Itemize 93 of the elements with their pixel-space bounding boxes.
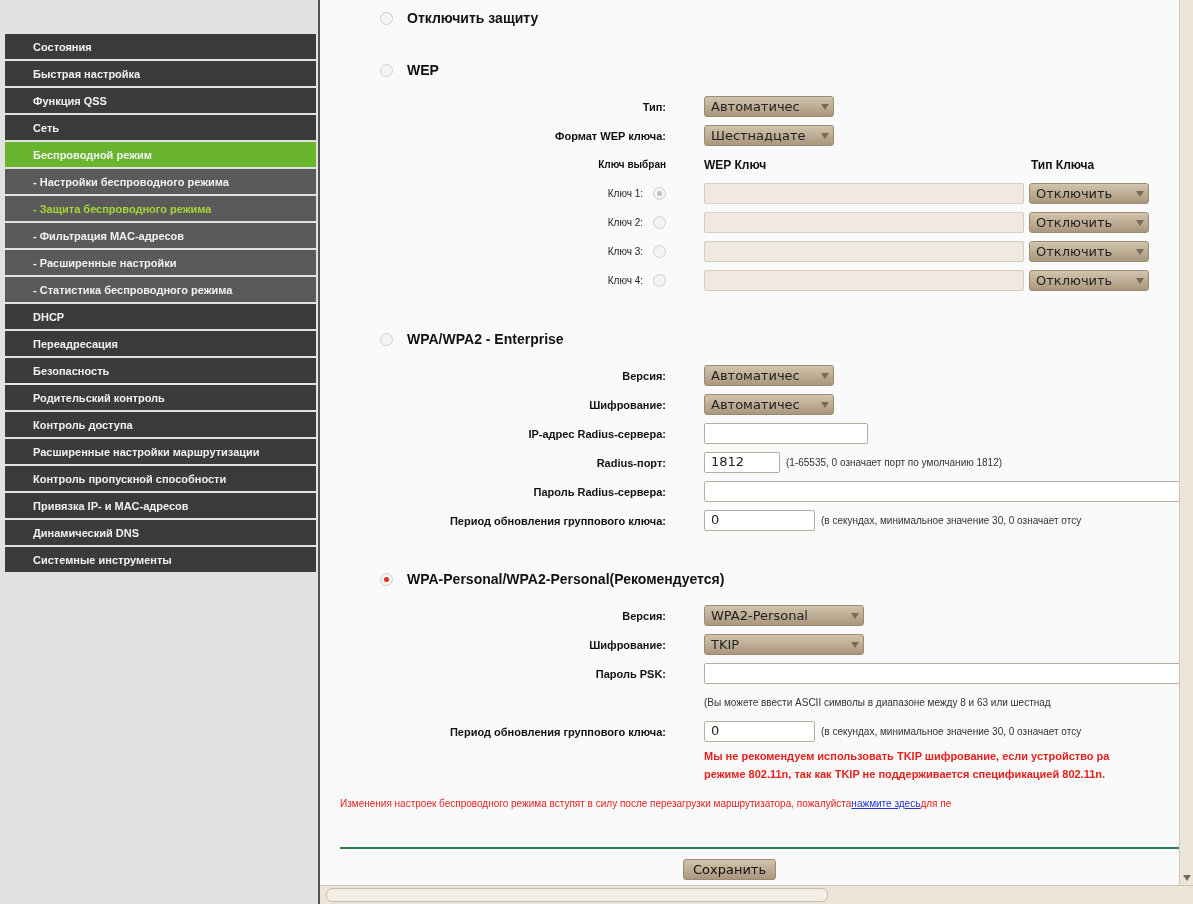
radio-button[interactable] <box>380 11 393 25</box>
column-header: WEP Ключ <box>704 157 768 172</box>
dropdown[interactable]: Отключить <box>1029 270 1149 291</box>
caret-icon <box>851 641 859 648</box>
sidebar-item[interactable]: Родительский контроль <box>5 385 316 410</box>
sidebar-item[interactable]: Переадресация <box>5 331 316 356</box>
caret-icon <box>821 132 829 139</box>
field-label: Шифрование: <box>589 398 666 411</box>
sidebar-item[interactable]: - Защита беспроводного режима <box>5 196 316 221</box>
sidebar-item[interactable]: Динамический DNS <box>5 520 316 545</box>
save-button[interactable]: Сохранить <box>682 859 777 880</box>
field-label: Версия: <box>622 369 666 382</box>
warning-text: Мы не рекомендуем использовать TKIP шифрование, если устройство ра <box>704 749 1111 764</box>
sidebar-item[interactable]: - Фильтрация MAC-адресов <box>5 223 316 248</box>
radio-button[interactable] <box>380 332 393 346</box>
section-title: WEP <box>407 62 439 78</box>
sidebar-item[interactable]: Привязка IP- и MAC-адресов <box>5 493 316 518</box>
click-here-link[interactable]: нажмите здесь <box>851 798 921 809</box>
input-field[interactable]: 0 <box>704 510 815 531</box>
sidebar-item[interactable]: - Статистика беспроводного режима <box>5 277 316 302</box>
input-field[interactable] <box>704 270 1024 291</box>
horizontal-scrollbar[interactable] <box>320 885 1193 904</box>
key-label: Ключ 3: <box>607 246 643 257</box>
scrollbar-thumb[interactable] <box>326 888 828 902</box>
dropdown[interactable]: Автоматичес <box>704 365 834 386</box>
caret-icon <box>1136 190 1144 197</box>
field-hint: (Вы можете ввести ASCII символы в диапазоне между 8 и 63 или шестнад <box>704 697 1051 708</box>
field-label: Radius-порт: <box>596 456 666 469</box>
caret-icon <box>821 372 829 379</box>
input-field[interactable]: 0 <box>704 721 815 742</box>
sidebar-item[interactable]: Быстрая настройка <box>5 61 316 86</box>
caret-icon <box>821 103 829 110</box>
dropdown[interactable]: TKIP <box>704 634 864 655</box>
column-header: Тип Ключа <box>1030 157 1096 172</box>
input-field[interactable] <box>704 663 1179 684</box>
field-label: Тип: <box>642 100 666 113</box>
sidebar-item[interactable]: Системные инструменты <box>5 547 316 572</box>
input-field[interactable] <box>704 481 1179 502</box>
radio-button[interactable] <box>380 63 393 77</box>
sidebar-item[interactable]: - Настройки беспроводного режима <box>5 169 316 194</box>
column-header: Ключ выбран <box>598 159 666 170</box>
caret-icon <box>1136 219 1144 226</box>
input-field[interactable]: 1812 <box>704 452 780 473</box>
sidebar-item[interactable]: Контроль пропускной способности <box>5 466 316 491</box>
sidebar-item[interactable]: - Расширенные настройки <box>5 250 316 275</box>
field-hint: (в секундах, минимальное значение 30, 0 означает отсу <box>821 515 1082 526</box>
dropdown[interactable]: Автоматичес <box>704 394 834 415</box>
field-hint: (в секундах, минимальное значение 30, 0 означает отсу <box>821 726 1082 737</box>
caret-icon <box>1182 875 1191 881</box>
dropdown[interactable]: Отключить <box>1029 241 1149 262</box>
section-title: WPA/WPA2 - Enterprise <box>407 331 564 347</box>
sidebar-item[interactable]: Состояния <box>5 34 316 59</box>
sidebar-item[interactable]: Функция QSS <box>5 88 316 113</box>
field-label: Шифрование: <box>589 638 666 651</box>
field-label: Пароль Radius-сервера: <box>533 485 666 498</box>
field-label: Период обновления группового ключа: <box>449 725 666 738</box>
radio-button[interactable] <box>380 572 393 586</box>
dropdown[interactable]: Отключить <box>1029 212 1149 233</box>
section-title: WPA-Personal/WPA2-Personal(Рекомендуется) <box>407 571 725 587</box>
input-field[interactable] <box>704 183 1024 204</box>
radio-button[interactable] <box>653 216 666 229</box>
input-field[interactable] <box>704 423 868 444</box>
field-label: Версия: <box>622 609 666 622</box>
sidebar-item[interactable]: Контроль доступа <box>5 412 316 437</box>
input-field[interactable] <box>704 212 1024 233</box>
radio-button[interactable] <box>653 245 666 258</box>
sidebar-item[interactable]: Безопасность <box>5 358 316 383</box>
restart-notice: Изменения настроек беспроводного режима вступят в силу после перезагрузки маршрутизатора, пожалуйстанажмите здесьдля пе <box>339 798 953 809</box>
key-label: Ключ 2: <box>607 217 643 228</box>
sidebar-item[interactable]: Расширенные настройки маршрутизации <box>5 439 316 464</box>
caret-icon <box>1136 248 1144 255</box>
dropdown[interactable]: Отключить <box>1029 183 1149 204</box>
dropdown[interactable]: Автоматичес <box>704 96 834 117</box>
sidebar-item[interactable]: Сеть <box>5 115 316 140</box>
sidebar-item[interactable]: DHCP <box>5 304 316 329</box>
caret-icon <box>851 612 859 619</box>
input-field[interactable] <box>704 241 1024 262</box>
dropdown[interactable]: WPA2-Personal <box>704 605 864 626</box>
warning-text: режиме 802.11n, так как TKIP не поддерживается спецификацией 802.11n. <box>704 767 1107 782</box>
key-label: Ключ 1: <box>607 188 643 199</box>
field-hint: (1-65535, 0 означает порт по умолчанию 1812) <box>786 457 1003 468</box>
field-label: IP-адрес Radius-сервера: <box>528 427 666 440</box>
field-label: Период обновления группового ключа: <box>449 514 666 527</box>
caret-icon <box>821 401 829 408</box>
vertical-scrollbar[interactable] <box>1179 0 1193 885</box>
dropdown[interactable]: Шестнадцате <box>704 125 834 146</box>
field-label: Формат WEP ключа: <box>555 129 666 142</box>
section-title: Отключить защиту <box>407 10 539 26</box>
field-label: Пароль PSK: <box>595 667 666 680</box>
caret-icon <box>1136 277 1144 284</box>
key-label: Ключ 4: <box>607 275 643 286</box>
radio-button[interactable] <box>653 274 666 287</box>
radio-button[interactable] <box>653 187 666 200</box>
